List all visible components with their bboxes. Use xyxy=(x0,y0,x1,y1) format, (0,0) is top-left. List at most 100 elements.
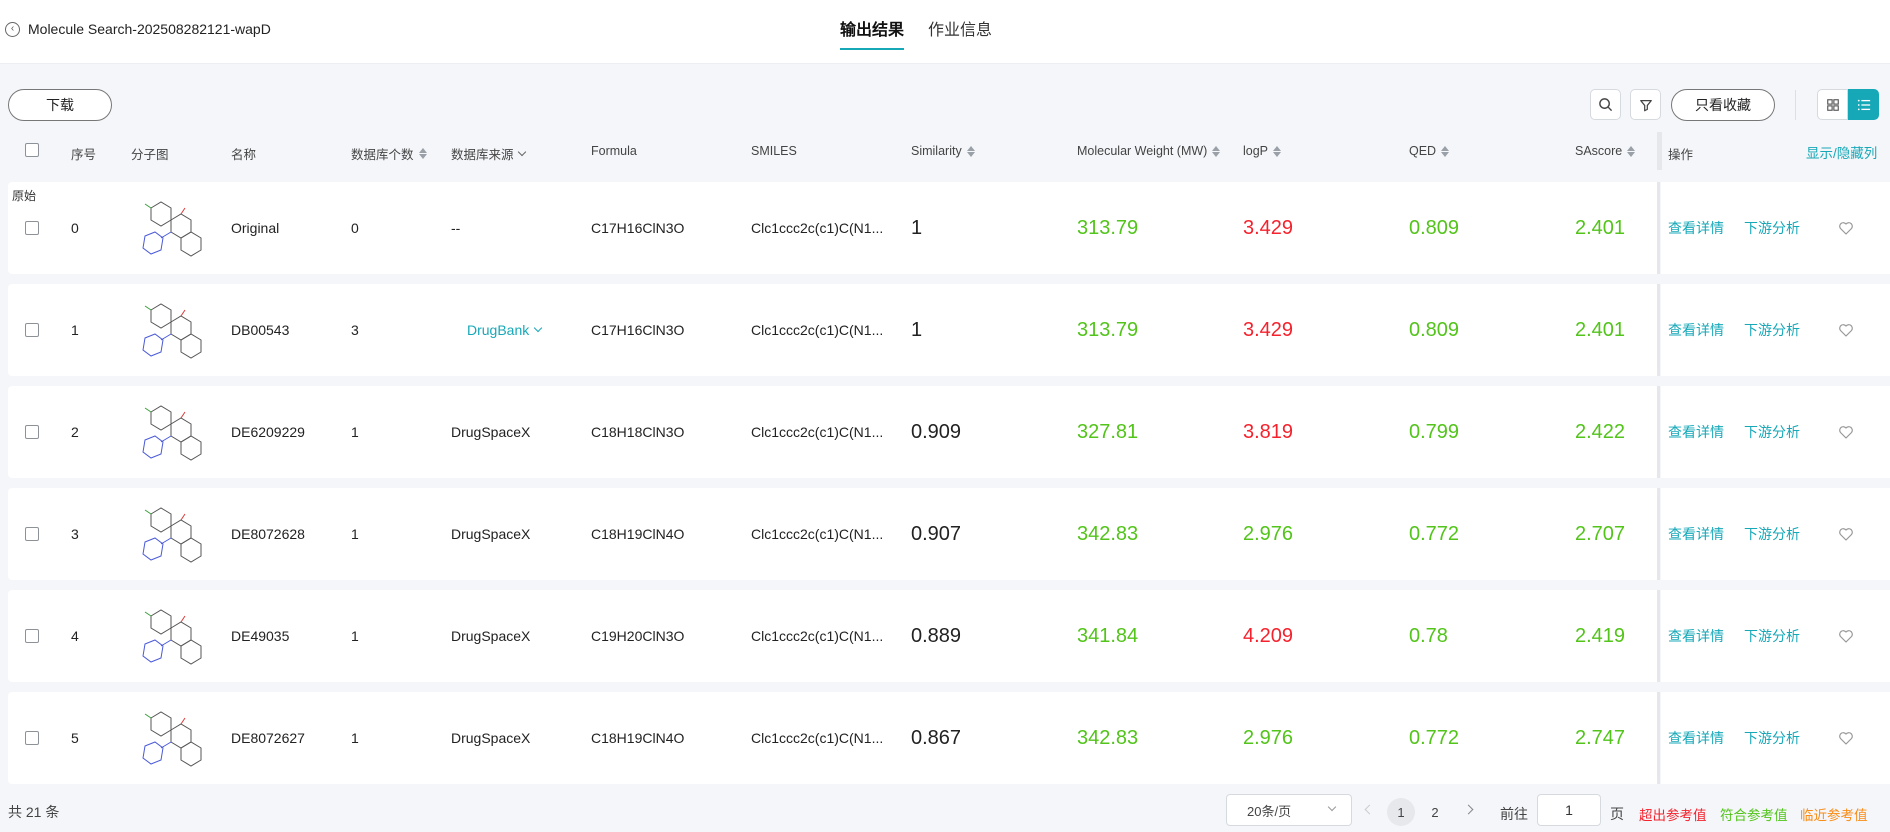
favorite-button[interactable] xyxy=(1838,590,1854,682)
row-index: 5 xyxy=(71,730,79,746)
heart-icon[interactable] xyxy=(1838,526,1854,542)
col-name: 名称 xyxy=(231,148,257,162)
favorite-button[interactable] xyxy=(1838,488,1854,580)
select-all-checkbox[interactable] xyxy=(25,143,39,157)
db-count: 1 xyxy=(351,628,359,644)
heart-icon[interactable] xyxy=(1838,730,1854,746)
download-button[interactable]: 下载 xyxy=(8,89,112,121)
list-view-button[interactable] xyxy=(1848,89,1879,120)
col-db-source[interactable]: 数据库来源 xyxy=(451,144,526,163)
downstream-analysis-link[interactable]: 下游分析 xyxy=(1744,284,1800,376)
heart-icon[interactable] xyxy=(1838,322,1854,338)
page-size-select[interactable]: 20条/页 xyxy=(1226,794,1352,826)
compound-name: DE8072627 xyxy=(231,730,305,746)
favorite-button[interactable] xyxy=(1838,386,1854,478)
downstream-analysis-link[interactable]: 下游分析 xyxy=(1744,692,1800,784)
checkbox-box[interactable] xyxy=(25,425,39,439)
prev-page-icon[interactable] xyxy=(1364,804,1375,815)
sort-icon[interactable] xyxy=(1441,145,1450,157)
col-mw[interactable]: Molecular Weight (MW) xyxy=(1077,144,1221,158)
toggle-columns-link[interactable]: 显示/隐藏列 xyxy=(1806,142,1877,162)
operations-divider xyxy=(1657,692,1660,784)
legend-exceeds: 超出参考值 xyxy=(1639,808,1707,823)
sort-icon[interactable] xyxy=(1273,145,1282,157)
db-source-link[interactable]: DrugBank xyxy=(467,284,543,376)
checkbox-box[interactable] xyxy=(25,143,39,157)
row-checkbox[interactable] xyxy=(25,590,39,682)
chevron-down-icon[interactable] xyxy=(517,147,526,156)
job-title: Molecule Search-202508282121-wapD xyxy=(28,21,271,37)
page-2-button[interactable]: 2 xyxy=(1421,798,1449,826)
col-logp[interactable]: logP xyxy=(1243,144,1282,158)
row-checkbox[interactable] xyxy=(25,284,39,376)
legend-within: 符合参考值 xyxy=(1720,808,1788,823)
col-similarity[interactable]: Similarity xyxy=(911,144,975,158)
favorites-only-button[interactable]: 只看收藏 xyxy=(1671,89,1775,121)
view-details-link[interactable]: 查看详情 xyxy=(1668,590,1724,682)
sort-icon[interactable] xyxy=(1212,145,1221,157)
favorite-button[interactable] xyxy=(1838,692,1854,784)
view-details-link[interactable]: 查看详情 xyxy=(1668,488,1724,580)
molecule-structure-icon xyxy=(142,405,202,461)
checkbox-box[interactable] xyxy=(25,527,39,541)
db-source-label: DrugBank xyxy=(467,322,530,338)
row-operations: 查看详情 下游分析 xyxy=(1661,284,1890,376)
back-arrow-icon[interactable]: ‹ xyxy=(5,21,20,37)
tab-job-info[interactable]: 作业信息 xyxy=(928,16,992,50)
next-page-icon[interactable] xyxy=(1463,804,1474,815)
logp: 4.209 xyxy=(1243,624,1294,647)
grid-view-icon xyxy=(1826,98,1839,111)
downstream-analysis-link[interactable]: 下游分析 xyxy=(1744,488,1800,580)
table-row: 0 Original 0 -- C17H16ClN3O Clc1ccc2c(c1)C(N1… xyxy=(8,182,1660,274)
chevron-down-icon[interactable] xyxy=(1327,802,1337,812)
page-1-button[interactable]: 1 xyxy=(1387,798,1415,826)
col-qed[interactable]: QED xyxy=(1409,144,1450,158)
search-button[interactable] xyxy=(1590,89,1621,120)
molecule-image[interactable] xyxy=(131,488,203,580)
downstream-analysis-link[interactable]: 下游分析 xyxy=(1744,386,1800,478)
tab-output-results[interactable]: 输出结果 xyxy=(840,16,905,50)
view-details-link[interactable]: 查看详情 xyxy=(1668,386,1724,478)
molecular-weight: 313.79 xyxy=(1077,216,1139,239)
compound-name: DE8072628 xyxy=(231,526,305,542)
back-button[interactable]: ‹ Molecule Search-202508282121-wapD xyxy=(5,21,271,37)
logp: 3.429 xyxy=(1243,216,1294,239)
checkbox-box[interactable] xyxy=(25,629,39,643)
favorite-button[interactable] xyxy=(1838,284,1854,376)
goto-page-input[interactable] xyxy=(1537,794,1601,826)
checkbox-box[interactable] xyxy=(25,221,39,235)
row-checkbox[interactable] xyxy=(25,692,39,784)
heart-icon[interactable] xyxy=(1838,424,1854,440)
col-db-count[interactable]: 数据库个数 xyxy=(351,144,427,163)
molecule-image[interactable] xyxy=(131,590,203,682)
row-checkbox[interactable] xyxy=(25,386,39,478)
sort-icon[interactable] xyxy=(418,148,427,159)
filter-button[interactable] xyxy=(1630,89,1661,120)
grid-view-button[interactable] xyxy=(1817,89,1848,120)
row-checkbox[interactable] xyxy=(25,488,39,580)
molecule-image[interactable] xyxy=(131,182,203,274)
molecule-image[interactable] xyxy=(131,284,203,376)
downstream-analysis-link[interactable]: 下游分析 xyxy=(1744,182,1800,274)
view-details-link[interactable]: 查看详情 xyxy=(1668,692,1724,784)
logp: 3.819 xyxy=(1243,420,1294,443)
checkbox-box[interactable] xyxy=(25,323,39,337)
checkbox-box[interactable] xyxy=(25,731,39,745)
sort-icon[interactable] xyxy=(1627,145,1636,157)
sort-icon[interactable] xyxy=(966,145,975,157)
view-details-link[interactable]: 查看详情 xyxy=(1668,284,1724,376)
table-footer: 共 21 条 20条/页 1 2 前往 页 超出参考值 符合参考值 临近参考值 xyxy=(0,788,1890,832)
downstream-analysis-link[interactable]: 下游分析 xyxy=(1744,590,1800,682)
toolbar-divider xyxy=(1795,90,1796,120)
chevron-down-icon[interactable] xyxy=(534,323,543,333)
heart-icon[interactable] xyxy=(1838,220,1854,236)
molecule-image[interactable] xyxy=(131,386,203,478)
operations-column-divider xyxy=(1657,132,1662,170)
original-tag: 原始 xyxy=(8,185,41,206)
col-sascore[interactable]: SAscore xyxy=(1575,144,1636,158)
favorite-button[interactable] xyxy=(1838,182,1854,274)
legend-near: 临近参考值 xyxy=(1800,808,1868,823)
heart-icon[interactable] xyxy=(1838,628,1854,644)
view-details-link[interactable]: 查看详情 xyxy=(1668,182,1724,274)
molecule-image[interactable] xyxy=(131,692,203,784)
